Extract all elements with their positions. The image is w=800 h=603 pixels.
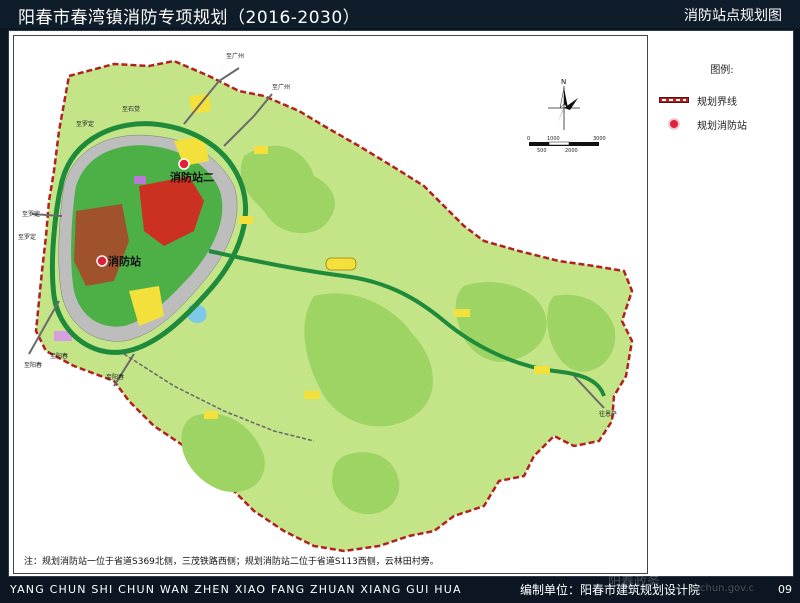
- direction-label: 至罗定: [22, 210, 40, 218]
- watermark-url: chun.gov.c: [700, 583, 754, 594]
- direction-label: 至罗定: [76, 120, 94, 128]
- village-block-3: [454, 309, 470, 317]
- village-block-6: [254, 146, 268, 154]
- village-block-5: [304, 391, 320, 399]
- page-number: 09: [778, 583, 792, 596]
- park-patch-1: [134, 176, 146, 184]
- direction-label: 至广州: [226, 52, 244, 60]
- watermark: 阳春政务: [608, 575, 661, 590]
- fire-station-label: 消防站二: [170, 170, 214, 184]
- legend-title: 图例:: [710, 65, 734, 76]
- map-subtitle: 消防站点规划图: [684, 8, 782, 24]
- fire-station-label: 消防站: [108, 254, 141, 268]
- fire-station-icon: [657, 118, 691, 130]
- direction-label: 至石觉: [122, 105, 140, 113]
- scale-label: 3000: [593, 136, 606, 142]
- map-title: 阳春市春湾镇消防专项规划（2016-2030）: [18, 8, 361, 28]
- scale-label: 0: [527, 136, 530, 142]
- header-bar: 阳春市春湾镇消防专项规划（2016-2030） 消防站点规划图: [0, 0, 800, 28]
- map-note: 注：规划消防站一位于省道S369北侧，三茂铁路西侧；规划消防站二位于省道S113…: [24, 555, 439, 567]
- scale-label: 2000: [565, 148, 578, 154]
- scale-bar: 0 1000 3000 500 2000: [527, 136, 606, 154]
- north-arrow-icon: N: [548, 78, 580, 130]
- direction-label: 至阳春: [106, 373, 124, 381]
- north-label: N: [561, 78, 566, 86]
- direction-label: 往恩平: [599, 410, 617, 418]
- village-block-2: [239, 216, 253, 224]
- scale-label: 500: [537, 148, 547, 154]
- fire-station-marker: [96, 255, 108, 267]
- boundary-line-icon: [657, 97, 691, 103]
- map-frame: 至广州 至广州 至石觉 至罗定 至罗定 至罗定 至阳春 至阳春 至阳春 往恩平 …: [8, 30, 794, 577]
- footer-bar: YANG CHUN SHI CHUN WAN ZHEN XIAO FANG ZH…: [0, 575, 800, 603]
- direction-label: 至广州: [272, 83, 290, 91]
- legend-label: 规划消防站: [697, 120, 747, 132]
- scale-label: 1000: [547, 136, 560, 142]
- direction-label: 至罗定: [18, 233, 36, 241]
- map-area: 至广州 至广州 至石觉 至罗定 至罗定 至罗定 至阳春 至阳春 至阳春 往恩平 …: [13, 35, 648, 574]
- legend-label: 规划界线: [697, 96, 737, 108]
- fire-station-marker: [178, 158, 190, 170]
- legend: 图例: 规划界线 规划消防站: [657, 61, 787, 136]
- map-canvas: 至广州 至广州 至石觉 至罗定 至罗定 至罗定 至阳春 至阳春 至阳春 往恩平 …: [18, 52, 634, 567]
- pinyin-title: YANG CHUN SHI CHUN WAN ZHEN XIAO FANG ZH…: [10, 583, 462, 596]
- village-block-7: [204, 411, 218, 419]
- direction-label: 至阳春: [24, 361, 42, 369]
- direction-label: 至阳春: [50, 352, 68, 360]
- village-block-4: [534, 366, 550, 374]
- legend-item-station: 规划消防站: [657, 112, 787, 136]
- legend-item-boundary: 规划界线: [657, 88, 787, 112]
- village-block-1: [325, 257, 357, 271]
